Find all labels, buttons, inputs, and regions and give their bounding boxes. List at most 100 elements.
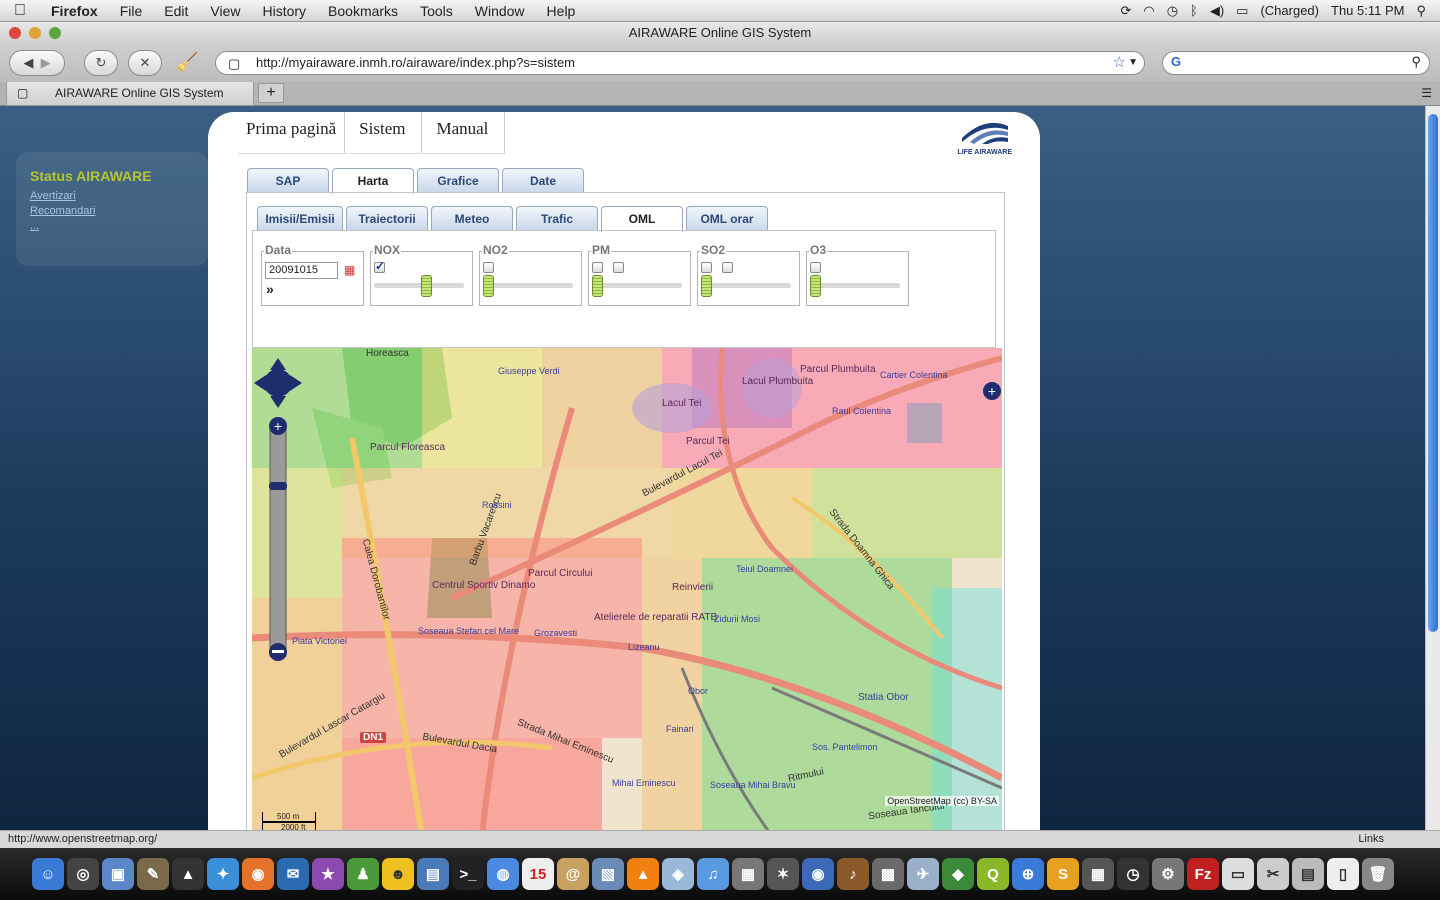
search-icon[interactable]: ⚲: [1411, 54, 1421, 70]
inkscape-icon[interactable]: ▲: [172, 858, 204, 890]
pm-slider-handle[interactable]: [592, 275, 603, 297]
so2-slider-handle[interactable]: [701, 275, 712, 297]
no2-slider-handle[interactable]: [483, 275, 494, 297]
tab-title[interactable]: AIRAWARE Online GIS System: [55, 86, 224, 100]
itunes-icon[interactable]: ♫: [697, 858, 729, 890]
preview-icon[interactable]: ▣: [102, 858, 134, 890]
app-icon[interactable]: ✂: [1257, 858, 1289, 890]
network-icon[interactable]: ⊕: [1012, 858, 1044, 890]
link-recomandari[interactable]: Recomandari: [30, 205, 194, 217]
google-icon[interactable]: G: [1171, 54, 1181, 69]
app-icon[interactable]: ▦: [732, 858, 764, 890]
app-icon[interactable]: ✶: [767, 858, 799, 890]
ichat-icon[interactable]: ◍: [487, 858, 519, 890]
sync-icon[interactable]: ⟳: [1120, 3, 1131, 19]
tab-grafice[interactable]: Grafice: [417, 168, 499, 192]
new-tab-button[interactable]: +: [258, 83, 284, 103]
link-more[interactable]: ...: [30, 220, 194, 232]
adium-icon[interactable]: ☻: [382, 858, 414, 890]
subtab-imisii-emisii[interactable]: Imisii/Emisii: [257, 206, 343, 230]
menu-help[interactable]: Help: [536, 3, 587, 19]
volume-icon[interactable]: ◀): [1210, 3, 1224, 19]
nox-slider-track[interactable]: [374, 283, 464, 288]
pm-slider-track[interactable]: [592, 283, 682, 288]
menu-app-name[interactable]: Firefox: [40, 3, 109, 19]
page-scrollbar[interactable]: [1425, 106, 1440, 830]
browser-tab[interactable]: ▢ AIRAWARE Online GIS System: [6, 82, 254, 106]
firefox-icon[interactable]: ◉: [242, 858, 274, 890]
dvd-icon[interactable]: ◉: [802, 858, 834, 890]
thunderbird-icon[interactable]: ✉: [277, 858, 309, 890]
menu-bookmarks[interactable]: Bookmarks: [317, 3, 409, 19]
so2-checkbox[interactable]: [701, 262, 712, 273]
clock[interactable]: Thu 5:11 PM: [1331, 3, 1404, 18]
map-attribution[interactable]: OpenStreetMap (cc) BY-SA: [885, 796, 999, 806]
close-window-button[interactable]: [9, 27, 21, 39]
garageband-icon[interactable]: ♪: [837, 858, 869, 890]
url-text[interactable]: http://myairaware.inmh.ro/airaware/index…: [256, 55, 575, 70]
url-dropdown-icon[interactable]: ▼: [1128, 52, 1138, 74]
tab-list-icon[interactable]: ☰: [1421, 86, 1432, 100]
o3-checkbox[interactable]: [810, 262, 821, 273]
bookmark-star-icon[interactable]: ☆: [1113, 52, 1126, 74]
date-input[interactable]: 20091015: [265, 262, 338, 279]
nox-slider-handle[interactable]: [421, 275, 432, 297]
subtab-traiectorii[interactable]: Traiectorii: [346, 206, 428, 230]
menu-window[interactable]: Window: [464, 3, 536, 19]
tab-sap[interactable]: SAP: [247, 168, 329, 192]
app-icon[interactable]: ♟: [347, 858, 379, 890]
url-bar[interactable]: ▢ http://myairaware.inmh.ro/airaware/ind…: [215, 51, 1145, 75]
apple-icon[interactable]: : [0, 2, 40, 20]
o3-slider-handle[interactable]: [810, 275, 821, 297]
trash-icon[interactable]: 🗑: [1362, 858, 1394, 890]
safari-icon[interactable]: ✦: [207, 858, 239, 890]
reload-button[interactable]: ↻: [84, 50, 118, 76]
minimize-window-button[interactable]: [29, 27, 41, 39]
tab-harta[interactable]: Harta: [332, 168, 414, 194]
battery-icon[interactable]: ▭: [1236, 3, 1248, 19]
wifi-icon[interactable]: ◠: [1143, 3, 1154, 19]
nav-prima-pagina[interactable]: Prima pagină: [238, 112, 346, 153]
link-avertizari[interactable]: Avertizari: [30, 190, 194, 202]
battery-status[interactable]: (Charged): [1260, 3, 1319, 18]
calendar-icon[interactable]: ▦: [344, 263, 355, 277]
document-icon[interactable]: ▯: [1327, 858, 1359, 890]
app-icon[interactable]: ◆: [942, 858, 974, 890]
back-icon[interactable]: ◀: [23, 55, 33, 71]
vlc-icon[interactable]: ▲: [627, 858, 659, 890]
dashboard-icon[interactable]: ◎: [67, 858, 99, 890]
terminal-icon[interactable]: >_: [452, 858, 484, 890]
gimp-icon[interactable]: ✎: [137, 858, 169, 890]
forward-icon[interactable]: ▶: [41, 55, 51, 71]
so2-slider-track[interactable]: [701, 283, 791, 288]
app-icon[interactable]: ◈: [662, 858, 694, 890]
search-bar[interactable]: G ⚲: [1162, 51, 1430, 75]
nav-sistem[interactable]: Sistem: [345, 112, 423, 153]
app-icon[interactable]: ★: [312, 858, 344, 890]
subtab-oml-orar[interactable]: OML orar: [686, 206, 768, 230]
map-viewport[interactable]: + + Parcul Floreasca Lacul Tei Parcul Pl…: [252, 348, 1002, 830]
scrollbar-thumb[interactable]: [1428, 114, 1438, 632]
time-machine-icon[interactable]: ◷: [1167, 3, 1178, 19]
finder-icon[interactable]: ☺: [32, 858, 64, 890]
menu-edit[interactable]: Edit: [153, 3, 199, 19]
nox-checkbox[interactable]: [374, 259, 385, 273]
bluetooth-icon[interactable]: ᛒ: [1190, 3, 1198, 18]
links-toolbar-item[interactable]: Links: [1358, 831, 1384, 848]
system-preferences-icon[interactable]: ⚙: [1152, 858, 1184, 890]
menu-tools[interactable]: Tools: [409, 3, 464, 19]
pm-checkbox-2[interactable]: [613, 262, 624, 273]
ical-icon[interactable]: 15: [522, 858, 554, 890]
stop-button[interactable]: ✕: [128, 50, 162, 76]
so2-checkbox-2[interactable]: [722, 262, 733, 273]
subtab-meteo[interactable]: Meteo: [431, 206, 513, 230]
back-forward-buttons[interactable]: ◀ ▶: [9, 50, 65, 76]
no2-slider-track[interactable]: [483, 283, 573, 288]
filezilla-icon[interactable]: Fz: [1187, 858, 1219, 890]
zoom-window-button[interactable]: [49, 27, 61, 39]
qgis-icon[interactable]: Q: [977, 858, 1009, 890]
time-machine-icon[interactable]: ◷: [1117, 858, 1149, 890]
address-book-icon[interactable]: @: [557, 858, 589, 890]
subtab-oml[interactable]: OML: [601, 206, 683, 232]
app-icon[interactable]: ▤: [417, 858, 449, 890]
